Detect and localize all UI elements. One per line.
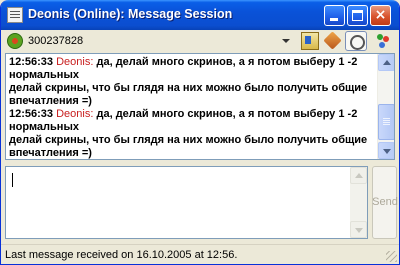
message-item: 12:56:33 Deonis: да, делай много скринов…: [9, 56, 375, 108]
window-title: Deonis (Online): Message Session: [28, 7, 233, 21]
scroll-thumb[interactable]: [378, 104, 394, 140]
close-button[interactable]: ×: [370, 5, 391, 26]
contact-uin: 300237828: [28, 35, 84, 47]
minimize-icon: [330, 18, 338, 21]
message-text: да, делай много скринов, а я потом выбер…: [93, 56, 339, 68]
status-text: Last message received on 16.10.2005 at 1…: [5, 249, 238, 261]
status-bar: Last message received on 16.10.2005 at 1…: [1, 244, 399, 264]
resize-grip-icon[interactable]: [386, 251, 397, 262]
input-scroll-down-button[interactable]: [350, 221, 367, 238]
message-window-icon[interactable]: [7, 7, 23, 23]
dropdown-arrow-icon[interactable]: [282, 39, 290, 43]
message-author: Deonis: [56, 108, 91, 120]
history-scrollbar[interactable]: [377, 54, 394, 159]
send-file-icon[interactable]: [324, 32, 342, 50]
message-input[interactable]: [5, 166, 368, 239]
message-text-line3: впечатления =): [9, 147, 92, 159]
input-scroll-up-button[interactable]: [350, 167, 367, 184]
minimize-button[interactable]: [324, 5, 345, 26]
arrow-down-icon: [355, 228, 363, 233]
arrow-up-icon: [355, 173, 363, 178]
history-clock-icon[interactable]: [345, 31, 367, 51]
send-button[interactable]: Send: [372, 166, 398, 239]
message-author: Deonis: [56, 56, 91, 68]
message-text: да, делай много скринов, а я потом выбер…: [93, 108, 339, 120]
scroll-up-button[interactable]: [378, 54, 394, 71]
message-history-content: 12:56:33 Deonis: да, делай много скринов…: [9, 56, 375, 159]
message-session-window: Deonis (Online): Message Session × 30023…: [0, 0, 400, 265]
scroll-down-button[interactable]: [378, 142, 394, 159]
toolbar: 300237828: [1, 30, 399, 52]
maximize-button[interactable]: [347, 5, 368, 26]
contact-menu-icon[interactable]: [374, 32, 392, 50]
message-history[interactable]: 12:56:33 Deonis: да, делай много скринов…: [5, 53, 395, 160]
title-bar[interactable]: Deonis (Online): Message Session ×: [1, 0, 399, 30]
user-info-icon[interactable]: [301, 32, 319, 50]
arrow-down-icon: [383, 149, 391, 154]
text-caret: [12, 173, 13, 187]
arrow-up-icon: [383, 60, 391, 65]
message-item: 12:56:33 Deonis: да, делай много скринов…: [9, 108, 375, 159]
message-time: 12:56:33: [9, 108, 54, 120]
message-time: 12:56:33: [9, 56, 54, 68]
message-text-line2: делай скрины, что бы глядя на них можно …: [9, 82, 368, 94]
send-button-label: Send: [372, 196, 398, 208]
message-text-line3: впечатления =): [9, 95, 92, 107]
maximize-icon: [352, 10, 363, 21]
close-icon: ×: [374, 7, 387, 23]
status-flower-icon[interactable]: [7, 33, 23, 49]
message-text-line2: делай скрины, что бы глядя на них можно …: [9, 134, 368, 146]
